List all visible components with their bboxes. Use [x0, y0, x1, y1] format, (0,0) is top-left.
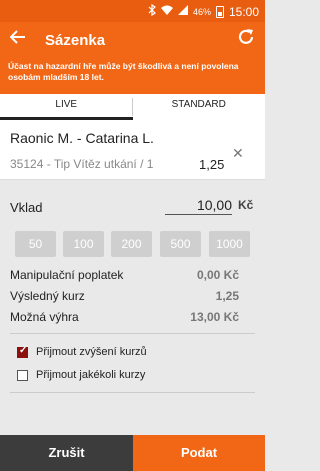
option-label: Přijmout jakékoli kurzy — [36, 369, 146, 381]
chip-50[interactable]: 50 — [15, 231, 56, 257]
fee-label: Manipulační poplatek — [10, 268, 124, 282]
tab-live[interactable]: LIVE — [0, 94, 133, 120]
gambling-warning: Účast na hazardní hře může být škodlivá … — [0, 58, 265, 94]
stake-input[interactable] — [165, 195, 232, 215]
option-accept-higher-odds[interactable]: Přijmout zvýšení kurzů — [17, 345, 147, 358]
status-bar: 46% 15:00 — [0, 0, 265, 22]
arrow-left-icon[interactable] — [9, 29, 26, 49]
option-accept-any-odds[interactable]: Přijmout jakékoli kurzy — [17, 369, 145, 381]
battery-percent: 46% — [192, 6, 211, 17]
possible-win-value: 13,00 Kč — [190, 310, 239, 324]
close-icon[interactable]: ✕ — [232, 145, 244, 162]
bet-odds: 1,25 — [199, 157, 225, 172]
chip-100[interactable]: 100 — [63, 231, 104, 257]
tab-standard[interactable]: STANDARD — [133, 94, 266, 120]
checkbox-unchecked[interactable] — [17, 369, 28, 381]
wifi-icon — [160, 5, 173, 18]
total-odds-value: 1,25 — [215, 289, 239, 303]
cancel-button[interactable]: Zrušit — [0, 435, 133, 471]
total-odds-label: Výsledný kurz — [10, 289, 85, 303]
option-label: Přijmout zvýšení kurzů — [36, 346, 147, 358]
bet-item: Raonic M. - Catarina L. 35124 - Tip Vítě… — [0, 120, 265, 180]
app-bar: Sázenka — [0, 22, 265, 58]
checkbox-checked[interactable] — [17, 345, 28, 358]
fee-value: 0,00 Kč — [196, 268, 239, 282]
clock: 15:00 — [228, 4, 259, 19]
stake-currency: Kč — [238, 198, 254, 212]
bluetooth-icon — [148, 3, 156, 19]
battery-icon — [215, 5, 224, 18]
chip-500[interactable]: 500 — [160, 231, 201, 257]
possible-win-label: Možná výhra — [10, 310, 79, 324]
divider — [10, 333, 255, 334]
chip-1000[interactable]: 1000 — [209, 231, 250, 257]
tab-bar: LIVE STANDARD — [0, 94, 265, 120]
match-name: Raonic M. - Catarina L. — [10, 130, 154, 146]
signal-icon — [177, 5, 188, 18]
refresh-icon[interactable] — [237, 28, 255, 51]
action-bar: Zrušit Podat — [0, 435, 265, 471]
tab-divider — [132, 98, 133, 116]
submit-button[interactable]: Podat — [133, 435, 265, 471]
bet-type: 35124 - Tip Vítěz utkání / 1 — [10, 157, 154, 171]
divider — [10, 392, 255, 393]
stake-label: Vklad — [10, 200, 43, 215]
chip-200[interactable]: 200 — [111, 231, 152, 257]
page-title: Sázenka — [45, 32, 106, 49]
